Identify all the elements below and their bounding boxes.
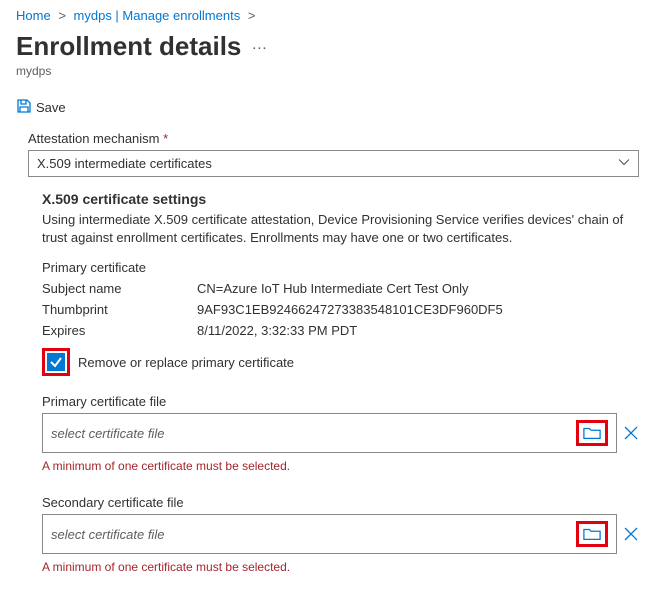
remove-replace-checkbox[interactable] — [47, 353, 65, 371]
secondary-file-placeholder: select certificate file — [51, 527, 164, 542]
breadcrumb: Home > mydps | Manage enrollments > — [16, 8, 639, 23]
breadcrumb-parent[interactable]: mydps | Manage enrollments — [74, 8, 241, 23]
page-title: Enrollment details — [16, 31, 241, 62]
subject-name-value: CN=Azure IoT Hub Intermediate Cert Test … — [197, 281, 639, 296]
highlight-box — [576, 420, 608, 446]
folder-icon[interactable] — [583, 526, 601, 542]
folder-icon[interactable] — [583, 425, 601, 441]
secondary-file-label: Secondary certificate file — [42, 495, 639, 510]
subject-name-key: Subject name — [42, 281, 197, 296]
toolbar: Save — [16, 92, 639, 131]
x509-desc: Using intermediate X.509 certificate att… — [42, 211, 639, 246]
clear-primary-icon[interactable] — [623, 425, 639, 441]
primary-file-label: Primary certificate file — [42, 394, 639, 409]
x509-heading: X.509 certificate settings — [42, 191, 639, 207]
more-icon[interactable]: … — [251, 36, 268, 58]
subject-name-row: Subject name CN=Azure IoT Hub Intermedia… — [42, 281, 639, 296]
expires-row: Expires 8/11/2022, 3:32:33 PM PDT — [42, 323, 639, 338]
thumbprint-key: Thumbprint — [42, 302, 197, 317]
remove-replace-label: Remove or replace primary certificate — [78, 355, 294, 370]
primary-file-placeholder: select certificate file — [51, 426, 164, 441]
primary-file-input[interactable]: select certificate file — [42, 413, 617, 453]
highlight-box — [576, 521, 608, 547]
chevron-down-icon — [618, 156, 630, 171]
thumbprint-row: Thumbprint 9AF93C1EB92466247273383548101… — [42, 302, 639, 317]
highlight-box — [42, 348, 70, 376]
breadcrumb-home[interactable]: Home — [16, 8, 51, 23]
chevron-right-icon: > — [58, 8, 66, 23]
expires-value: 8/11/2022, 3:32:33 PM PDT — [197, 323, 639, 338]
page-subtitle: mydps — [16, 64, 639, 78]
save-button[interactable]: Save — [36, 100, 66, 115]
secondary-file-error: A minimum of one certificate must be sel… — [42, 560, 639, 574]
primary-cert-label: Primary certificate — [42, 260, 639, 275]
attestation-value: X.509 intermediate certificates — [37, 156, 212, 171]
clear-secondary-icon[interactable] — [623, 526, 639, 542]
secondary-file-input[interactable]: select certificate file — [42, 514, 617, 554]
attestation-label: Attestation mechanism * — [28, 131, 639, 146]
thumbprint-value: 9AF93C1EB92466247273383548101CE3DF960DF5 — [197, 302, 639, 317]
expires-key: Expires — [42, 323, 197, 338]
primary-file-error: A minimum of one certificate must be sel… — [42, 459, 639, 473]
attestation-select[interactable]: X.509 intermediate certificates — [28, 150, 639, 177]
save-icon[interactable] — [16, 98, 32, 117]
chevron-right-icon: > — [248, 8, 256, 23]
